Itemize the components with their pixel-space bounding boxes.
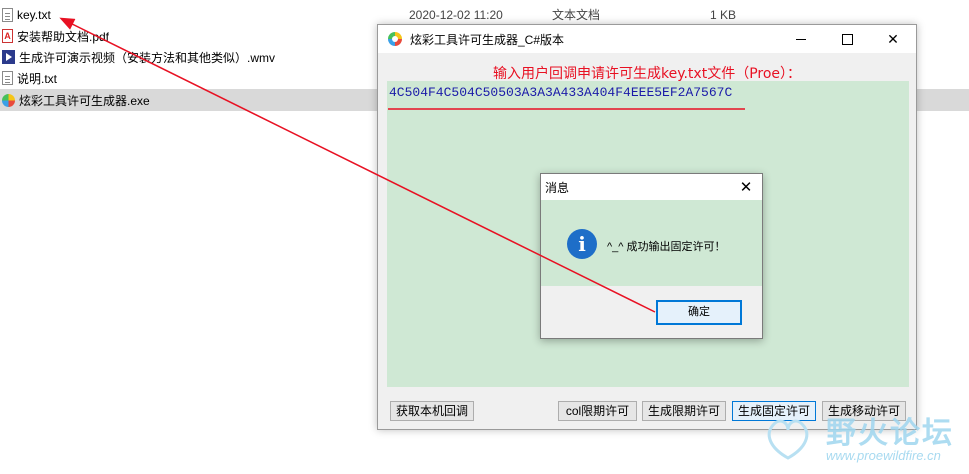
prompt-label: 输入用户回调申请许可生成key.txt文件（Proe）： <box>492 66 802 82</box>
file-name: 生成许可演示视频（安装方法和其他类似）.wmv <box>19 50 275 65</box>
text-file-icon <box>2 71 13 85</box>
file-name: key.txt <box>17 8 51 22</box>
close-button[interactable]: ✕ <box>870 25 916 53</box>
minimize-icon <box>796 38 806 40</box>
maximize-icon <box>841 33 853 45</box>
file-name: 炫彩工具许可生成器.exe <box>19 93 150 108</box>
file-row-key-txt[interactable]: key.txt <box>0 4 378 26</box>
ok-button[interactable]: 确定 <box>656 300 742 325</box>
window-title: 炫彩工具许可生成器_C#版本 <box>410 32 565 47</box>
license-code: 4C504F4C504C50503A3A3A433A404F4EEE5EF2A7… <box>389 85 733 100</box>
app-logo-icon <box>388 32 402 46</box>
video-file-icon <box>2 50 15 64</box>
file-row-pdf[interactable]: A 安装帮助文档.pdf <box>0 25 378 47</box>
dialog-title: 消息 <box>545 180 570 195</box>
watermark-logo-icon <box>767 419 809 460</box>
get-callback-button[interactable]: 获取本机回调 <box>390 401 474 421</box>
maximize-button[interactable] <box>824 25 870 53</box>
app-exe-icon <box>2 94 15 107</box>
dialog-titlebar[interactable]: 消息 ✕ <box>541 174 762 200</box>
pdf-file-icon: A <box>2 29 13 43</box>
dialog-close-button[interactable]: ✕ <box>730 174 762 200</box>
dialog-footer: 确定 <box>541 286 762 338</box>
file-row-wmv[interactable]: 生成许可演示视频（安装方法和其他类似）.wmv <box>0 46 378 68</box>
dialog-body: i ^_^ 成功输出固定许可！ <box>541 200 762 286</box>
message-dialog: 消息 ✕ i ^_^ 成功输出固定许可！ 确定 <box>540 173 763 339</box>
col-license-button[interactable]: col限期许可 <box>558 401 637 421</box>
watermark-url: www.proewildfire.cn <box>826 448 941 463</box>
file-name: 安装帮助文档.pdf <box>17 29 110 44</box>
window-titlebar[interactable]: 炫彩工具许可生成器_C#版本 ✕ <box>378 25 916 53</box>
dialog-message: ^_^ 成功输出固定许可！ <box>607 241 726 253</box>
close-icon: ✕ <box>887 30 899 47</box>
gen-limited-license-button[interactable]: 生成限期许可 <box>642 401 726 421</box>
file-name: 说明.txt <box>17 71 58 86</box>
info-icon: i <box>567 229 597 259</box>
close-icon: ✕ <box>739 179 753 196</box>
watermark-text: 野火论坛 <box>826 416 954 451</box>
text-file-icon <box>2 8 13 22</box>
minimize-button[interactable] <box>778 25 824 53</box>
file-row-readme[interactable]: 说明.txt <box>0 67 378 89</box>
